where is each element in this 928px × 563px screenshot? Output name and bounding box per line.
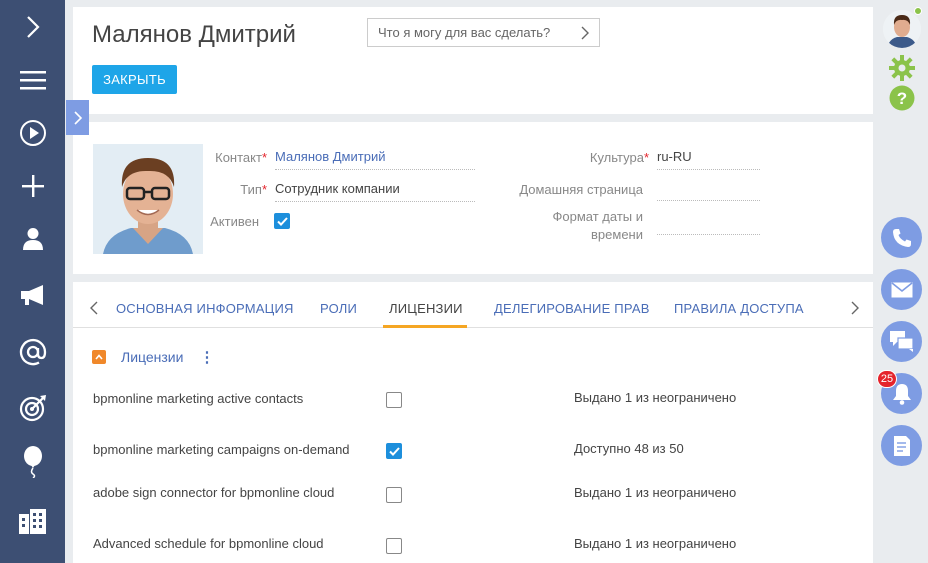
active-tab-indicator xyxy=(383,325,467,328)
section-menu-icon[interactable]: ⋮ xyxy=(199,348,214,366)
tabs-panel: ОСНОВНАЯ ИНФОРМАЦИЯ РОЛИ ЛИЦЕНЗИИ ДЕЛЕГИ… xyxy=(73,282,873,563)
command-input[interactable]: Что я могу для вас сделать? xyxy=(367,18,600,47)
license-row-3-status: Выдано 1 из неограничено xyxy=(574,485,737,500)
svg-text:?: ? xyxy=(897,89,907,108)
contact-field[interactable]: Малянов Дмитрий xyxy=(275,149,475,170)
homepage-label: Домашняя страница xyxy=(519,182,643,197)
left-sidebar xyxy=(0,0,65,563)
contact-info-panel: Контакт* Малянов Дмитрий Тип* Сотрудник … xyxy=(73,122,873,274)
culture-label: Культура* xyxy=(513,150,649,165)
contact-label: Контакт* xyxy=(213,150,267,165)
online-status-dot xyxy=(914,7,922,15)
license-row-2-status: Доступно 48 из 50 xyxy=(574,441,684,456)
license-row-1-name: bpmonline marketing active contacts xyxy=(93,391,304,406)
license-row-2-name: bpmonline marketing campaigns on-demand xyxy=(93,442,350,457)
close-button[interactable]: ЗАКРЫТЬ xyxy=(92,65,177,94)
collapse-section-icon[interactable] xyxy=(92,350,106,364)
bell-icon xyxy=(892,383,911,405)
required-mark: * xyxy=(643,150,649,165)
culture-label-text: Культура xyxy=(589,150,644,165)
target-icon[interactable] xyxy=(0,383,65,433)
licenses-section-title[interactable]: Лицензии xyxy=(121,349,183,365)
license-row-2-checkbox[interactable] xyxy=(386,443,402,459)
balloon-icon[interactable] xyxy=(0,437,65,487)
required-mark: * xyxy=(261,150,267,165)
megaphone-icon[interactable] xyxy=(0,270,65,320)
header-panel: Малянов Дмитрий Что я могу для вас сдела… xyxy=(73,7,893,114)
tab-bar: ОСНОВНАЯ ИНФОРМАЦИЯ РОЛИ ЛИЦЕНЗИИ ДЕЛЕГИ… xyxy=(73,282,873,328)
page-title: Малянов Дмитрий xyxy=(92,21,296,48)
tabs-scroll-right-icon[interactable] xyxy=(851,301,859,320)
chat-icon xyxy=(889,330,914,352)
date-format-field[interactable] xyxy=(657,215,760,235)
chevron-right-icon xyxy=(73,110,82,125)
tab-delegation[interactable]: ДЕЛЕГИРОВАНИЕ ПРАВ xyxy=(494,301,650,316)
at-icon[interactable] xyxy=(0,327,65,377)
type-label-text: Тип xyxy=(240,182,262,197)
culture-field[interactable]: ru-RU xyxy=(657,149,760,170)
date-format-label-line2: времени xyxy=(591,227,643,242)
mail-icon xyxy=(891,281,912,297)
licenses-section-header: Лицензии ⋮ xyxy=(92,348,214,366)
tab-access-rules[interactable]: ПРАВИЛА ДОСТУПА xyxy=(674,301,804,316)
chat-button[interactable] xyxy=(881,321,922,362)
license-row-1-checkbox[interactable] xyxy=(386,392,402,408)
required-mark: * xyxy=(261,182,267,197)
contact-photo[interactable] xyxy=(93,144,203,254)
document-button[interactable] xyxy=(881,425,922,466)
command-placeholder: Что я могу для вас сделать? xyxy=(378,25,551,40)
tab-roles[interactable]: РОЛИ xyxy=(320,301,357,316)
tabs-scroll-left-icon[interactable] xyxy=(90,301,98,320)
gear-icon[interactable] xyxy=(888,54,916,82)
checkmark-icon xyxy=(276,216,288,226)
buildings-icon[interactable] xyxy=(0,496,65,546)
mail-button[interactable] xyxy=(881,269,922,310)
menu-icon[interactable] xyxy=(0,55,65,105)
license-row-4-status: Выдано 1 из неограничено xyxy=(574,536,737,551)
license-row-4-name: Advanced schedule for bpmonline cloud xyxy=(93,536,324,551)
expand-panel-button[interactable] xyxy=(66,100,89,135)
type-label: Тип* xyxy=(213,182,267,197)
chevron-right-icon[interactable] xyxy=(580,25,590,44)
checkmark-icon xyxy=(388,446,400,456)
right-sidebar: ? xyxy=(873,0,928,563)
play-icon[interactable] xyxy=(0,108,65,158)
type-field[interactable]: Сотрудник компании xyxy=(275,181,475,202)
date-format-label: Формат даты и времени xyxy=(503,208,644,244)
contact-label-text: Контакт xyxy=(215,150,262,165)
license-row-3-checkbox[interactable] xyxy=(386,487,402,503)
active-label: Активен xyxy=(210,214,259,229)
license-row-4-checkbox[interactable] xyxy=(386,538,402,554)
homepage-field[interactable] xyxy=(657,181,760,201)
date-format-label-line1: Формат даты и xyxy=(552,209,644,224)
document-icon xyxy=(893,435,910,456)
license-row-3-name: adobe sign connector for bpmonline cloud xyxy=(93,485,335,500)
help-icon[interactable]: ? xyxy=(888,84,916,112)
tab-main-info[interactable]: ОСНОВНАЯ ИНФОРМАЦИЯ xyxy=(116,301,294,316)
chevron-right-icon[interactable] xyxy=(0,2,65,52)
tab-licenses[interactable]: ЛИЦЕНЗИИ xyxy=(389,301,463,316)
notification-count-badge: 25 xyxy=(877,370,897,388)
plus-icon[interactable] xyxy=(0,161,65,211)
avatar[interactable] xyxy=(883,10,921,48)
license-row-1-status: Выдано 1 из неограничено xyxy=(574,390,737,405)
phone-button[interactable] xyxy=(881,217,922,258)
active-checkbox[interactable] xyxy=(274,213,290,229)
user-icon[interactable] xyxy=(0,214,65,264)
phone-icon xyxy=(892,228,911,247)
